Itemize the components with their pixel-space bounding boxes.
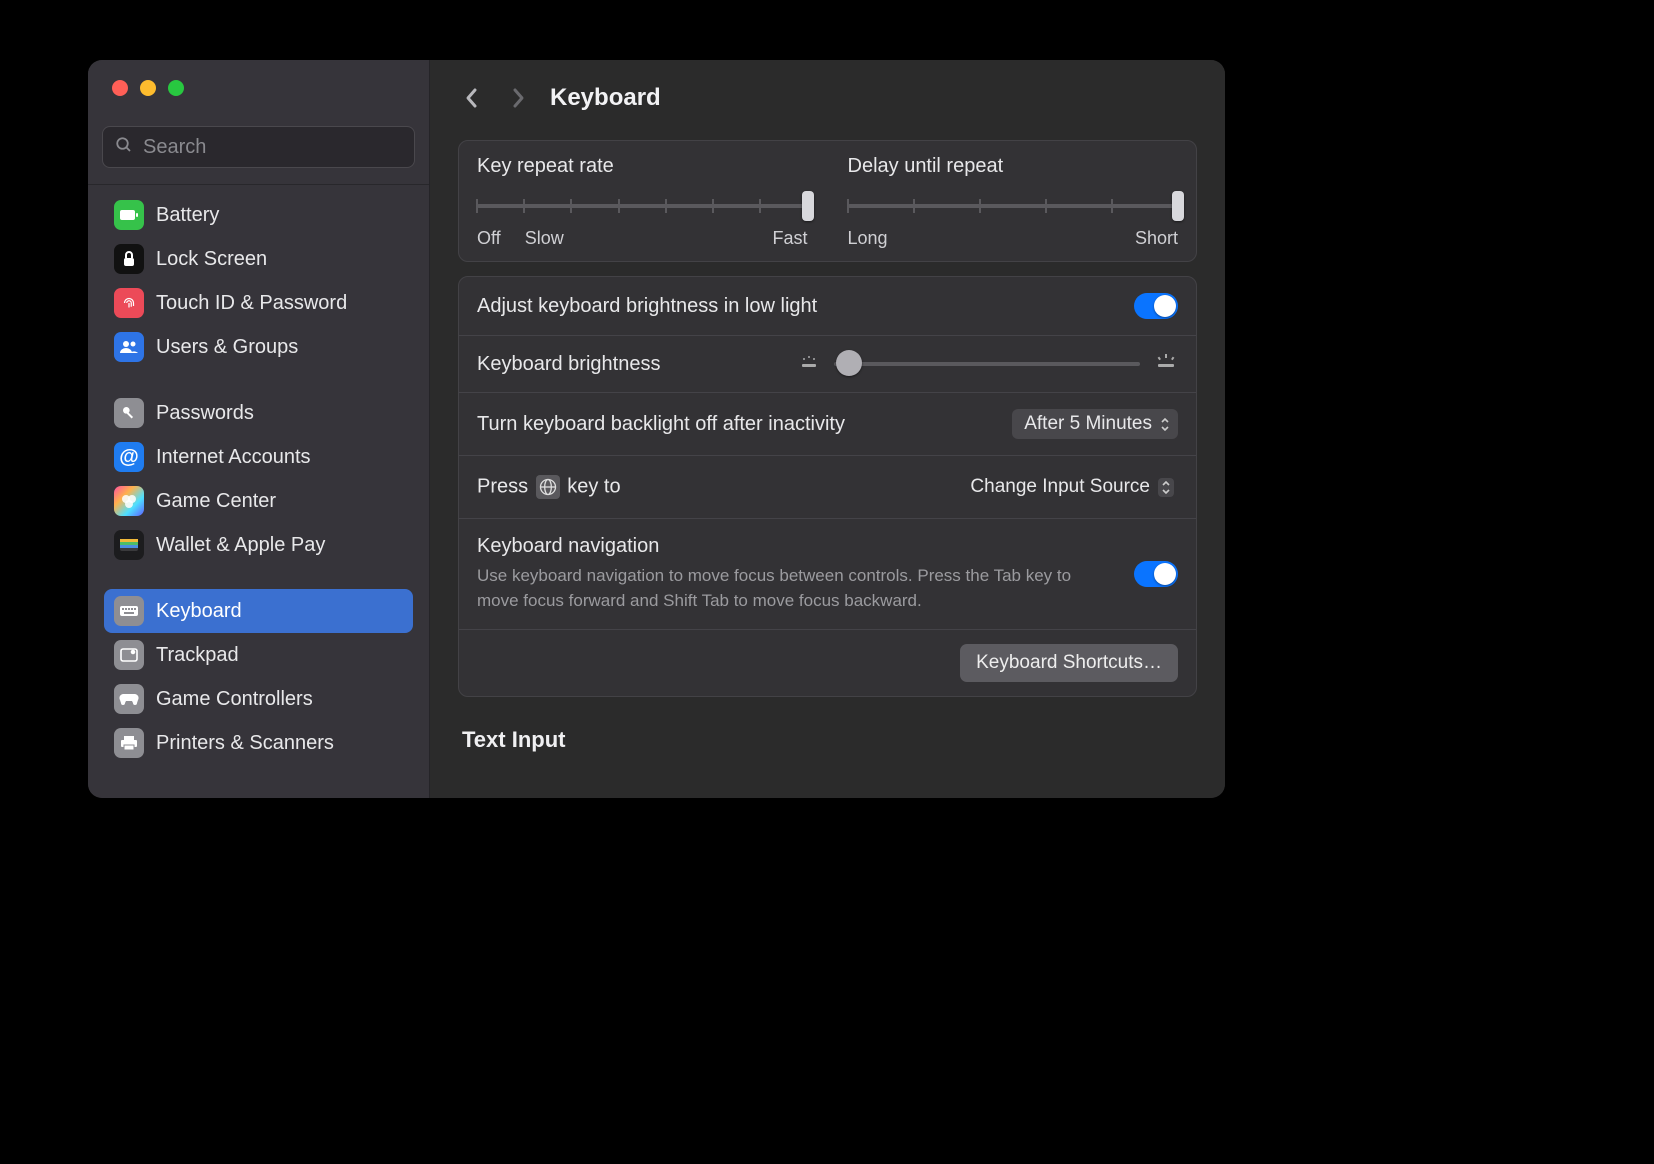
chevron-updown-icon [1160,418,1170,431]
sidebar-item-label: Internet Accounts [156,446,311,469]
backlight-off-value: After 5 Minutes [1024,413,1152,435]
main-header: Keyboard [430,60,1225,126]
battery-icon [114,200,144,230]
sidebar-item-printers-scanners[interactable]: Printers & Scanners [104,721,413,765]
backlight-off-label: Turn keyboard backlight off after inacti… [477,413,845,436]
brightness-slider[interactable] [834,352,1140,376]
key-repeat-slow-label: Slow [525,228,564,249]
sidebar-item-label: Keyboard [156,600,242,623]
keyboard-nav-toggle[interactable] [1134,561,1178,587]
key-repeat-fast-label: Fast [772,228,807,249]
key-repeat-label: Key repeat rate [477,155,808,178]
keyboard-icon [114,596,144,626]
sidebar: Battery Lock Screen Touch ID & Password Use… [88,60,430,798]
sidebar-item-users-groups[interactable]: Users & Groups [104,325,413,369]
keyboard-shortcuts-button[interactable]: Keyboard Shortcuts… [960,644,1178,682]
page-title: Keyboard [550,84,661,112]
key-repeat-off-label: Off [477,228,501,249]
sidebar-item-touch-id-password[interactable]: Touch ID & Password [104,281,413,325]
search-icon [115,136,133,159]
sidebar-item-game-center[interactable]: Game Center [104,479,413,523]
minimize-window-button[interactable] [140,80,156,96]
controller-icon [114,684,144,714]
nav-forward-button[interactable] [504,84,532,112]
sidebar-item-trackpad[interactable]: Trackpad [104,633,413,677]
gamecenter-icon [114,486,144,516]
lock-icon [114,244,144,274]
window-controls [88,60,429,108]
repeat-panel: Key repeat rate Off Slow Fast Delay unti… [458,140,1197,262]
brightness-high-icon [1154,353,1178,376]
at-icon: @ [114,442,144,472]
sidebar-item-label: Users & Groups [156,336,298,359]
sidebar-item-game-controllers[interactable]: Game Controllers [104,677,413,721]
text-input-heading: Text Input [458,727,1197,753]
nav-back-button[interactable] [458,84,486,112]
brightness-panel: Adjust keyboard brightness in low light … [458,276,1197,697]
settings-window: Battery Lock Screen Touch ID & Password Use… [88,60,1225,798]
wallet-icon [114,530,144,560]
sidebar-item-battery[interactable]: Battery [104,193,413,237]
key-repeat-slider[interactable] [477,194,808,218]
brightness-slider-label: Keyboard brightness [477,353,660,376]
auto-brightness-toggle[interactable] [1134,293,1178,319]
sidebar-item-label: Lock Screen [156,248,267,271]
sidebar-item-label: Game Controllers [156,688,313,711]
sidebar-item-label: Passwords [156,402,254,425]
delay-long-label: Long [848,228,888,249]
delay-repeat-label: Delay until repeat [848,155,1179,178]
search-field[interactable] [102,126,415,168]
main-panel: Keyboard Key repeat rate Off Slow Fast [430,60,1225,798]
sidebar-item-label: Trackpad [156,644,239,667]
sidebar-item-lock-screen[interactable]: Lock Screen [104,237,413,281]
fingerprint-icon [114,288,144,318]
printer-icon [114,728,144,758]
globe-key-select[interactable]: Change Input Source [958,472,1178,502]
sidebar-item-wallet-apple-pay[interactable]: Wallet & Apple Pay [104,523,413,567]
sidebar-item-label: Touch ID & Password [156,292,347,315]
sidebar-item-label: Game Center [156,490,276,513]
trackpad-icon [114,640,144,670]
sidebar-item-internet-accounts[interactable]: @ Internet Accounts [104,435,413,479]
globe-icon [536,475,560,499]
users-icon [114,332,144,362]
globe-key-label: Press key to [477,475,621,499]
delay-short-label: Short [1135,228,1178,249]
delay-repeat-slider[interactable] [848,194,1179,218]
sidebar-item-label: Printers & Scanners [156,732,334,755]
sidebar-item-label: Wallet & Apple Pay [156,534,325,557]
search-input[interactable] [143,136,402,159]
sidebar-item-keyboard[interactable]: Keyboard [104,589,413,633]
keyboard-nav-desc: Use keyboard navigation to move focus be… [477,564,1117,613]
auto-brightness-label: Adjust keyboard brightness in low light [477,295,817,318]
keyboard-nav-label: Keyboard navigation [477,535,1117,558]
close-window-button[interactable] [112,80,128,96]
zoom-window-button[interactable] [168,80,184,96]
brightness-low-icon [798,354,820,375]
key-icon [114,398,144,428]
sidebar-item-label: Battery [156,204,219,227]
backlight-off-select[interactable]: After 5 Minutes [1012,409,1178,439]
sidebar-item-passwords[interactable]: Passwords [104,391,413,435]
globe-key-value: Change Input Source [970,476,1150,498]
chevron-updown-icon [1158,478,1174,497]
